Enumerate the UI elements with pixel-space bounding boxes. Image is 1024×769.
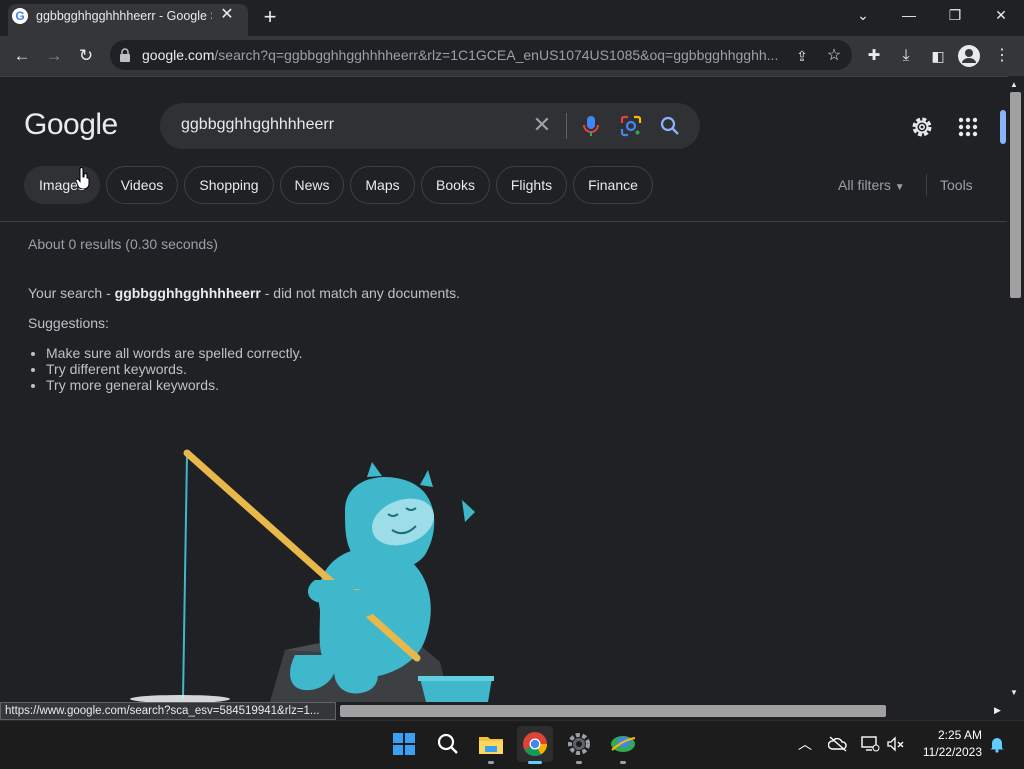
chrome-icon[interactable] [521, 730, 549, 758]
back-button[interactable]: ← [10, 44, 34, 68]
no-match-query: ggbbgghhgghhhheerr [114, 285, 261, 301]
horizontal-scroll-thumb[interactable] [340, 705, 886, 717]
suggestions-list: Make sure all words are spelled correctl… [28, 345, 303, 393]
chip-videos[interactable]: Videos [106, 166, 178, 204]
status-bar-url: https://www.google.com/search?sca_esv=58… [0, 702, 336, 720]
google-favicon-icon: G [12, 8, 28, 24]
close-tab-icon[interactable]: ✕ [217, 5, 237, 25]
no-match-suffix: - did not match any documents. [260, 285, 461, 301]
remote-open-indicator [620, 761, 626, 764]
chip-flights[interactable]: Flights [496, 166, 567, 204]
all-filters-label: All filters [838, 177, 891, 193]
google-lens-icon[interactable] [619, 114, 643, 138]
chrome-active-indicator [528, 761, 542, 764]
tab-search-chevron-icon[interactable]: ⌄ [840, 0, 886, 30]
scroll-up-arrow-icon[interactable]: ▲ [1010, 80, 1018, 89]
search-icon[interactable] [658, 114, 682, 138]
clear-search-icon[interactable]: ✕ [530, 113, 554, 137]
share-icon[interactable]: ⇪ [790, 44, 814, 68]
bookmark-star-icon[interactable]: ☆ [822, 44, 846, 68]
explorer-open-indicator [488, 761, 494, 764]
settings-app-icon[interactable] [565, 730, 593, 758]
extensions-puzzle-icon[interactable]: ✚ [862, 44, 886, 68]
windows-start-icon[interactable] [390, 730, 418, 758]
chip-books[interactable]: Books [421, 166, 490, 204]
filters-divider [926, 174, 927, 196]
restore-button[interactable]: ❐ [932, 0, 978, 30]
download-icon[interactable]: ⤓ [894, 44, 918, 68]
minimize-button[interactable]: — [886, 0, 932, 30]
notification-bell-icon[interactable] [988, 735, 1006, 753]
show-hidden-icons-chevron-icon[interactable]: ︿ [798, 734, 812, 754]
hand-cursor-icon [75, 167, 90, 190]
dropdown-caret-icon: ▼ [894, 182, 905, 193]
taskbar-search-icon[interactable] [434, 730, 462, 758]
tab-title: ggbbgghhgghhhheerr - Google Search [36, 9, 212, 23]
url-host: google.com [142, 47, 215, 63]
chip-finance[interactable]: Finance [573, 166, 653, 204]
no-match-prefix: Your search - [28, 285, 115, 301]
volume-muted-icon[interactable] [886, 735, 906, 753]
suggestion-item: Try more general keywords. [46, 377, 303, 393]
clock-time[interactable]: 2:25 AM [930, 728, 982, 742]
onedrive-offline-icon[interactable] [827, 735, 848, 753]
url-path: /search?q=ggbbgghhgghhhheerr&rlz=1C1GCEA… [214, 47, 779, 63]
all-filters-button[interactable]: All filters ▼ [838, 177, 905, 193]
scroll-down-arrow-icon[interactable]: ▼ [1010, 688, 1018, 697]
result-stats: About 0 results (0.30 seconds) [28, 236, 218, 252]
google-apps-grid-icon[interactable] [956, 115, 980, 139]
vertical-scroll-thumb[interactable] [1010, 92, 1021, 298]
file-explorer-icon[interactable] [477, 730, 505, 758]
microphone-icon[interactable] [580, 114, 602, 138]
menu-kebab-icon[interactable]: ⋮ [990, 44, 1014, 68]
network-icon[interactable] [860, 735, 880, 753]
clock-date[interactable]: 11/22/2023 [915, 745, 982, 759]
chip-maps[interactable]: Maps [350, 166, 415, 204]
reload-button[interactable]: ↻ [74, 44, 98, 68]
suggestions-label: Suggestions: [28, 315, 109, 331]
settings-gear-icon[interactable] [909, 114, 935, 140]
remote-app-icon[interactable] [609, 730, 637, 758]
chip-news[interactable]: News [280, 166, 344, 204]
profile-avatar-icon[interactable] [958, 45, 980, 67]
side-panel-icon[interactable]: ◧ [926, 44, 950, 68]
google-logo[interactable]: Google [24, 108, 118, 142]
suggestion-item: Try different keywords. [46, 361, 303, 377]
url-text[interactable]: google.com/search?q=ggbbgghhgghhhheerr&r… [142, 47, 782, 63]
new-tab-button[interactable]: + [258, 6, 282, 30]
side-panel-indicator[interactable] [1000, 110, 1006, 144]
header-divider [0, 221, 1007, 222]
suggestion-item: Make sure all words are spelled correctl… [46, 345, 303, 361]
search-input[interactable]: ggbbgghhgghhhheerr [181, 116, 334, 134]
yeti-fishing-illustration [120, 440, 510, 703]
settings-open-indicator [576, 761, 582, 764]
close-window-button[interactable]: ✕ [978, 0, 1024, 30]
chip-shopping[interactable]: Shopping [184, 166, 274, 204]
scroll-right-arrow-icon[interactable]: ▶ [994, 705, 1001, 716]
no-match-message: Your search - ggbbgghhgghhhheerr - did n… [28, 285, 460, 301]
forward-button[interactable]: → [42, 44, 66, 68]
lock-icon[interactable] [119, 48, 131, 62]
tools-button[interactable]: Tools [940, 177, 973, 193]
search-divider [566, 113, 567, 139]
